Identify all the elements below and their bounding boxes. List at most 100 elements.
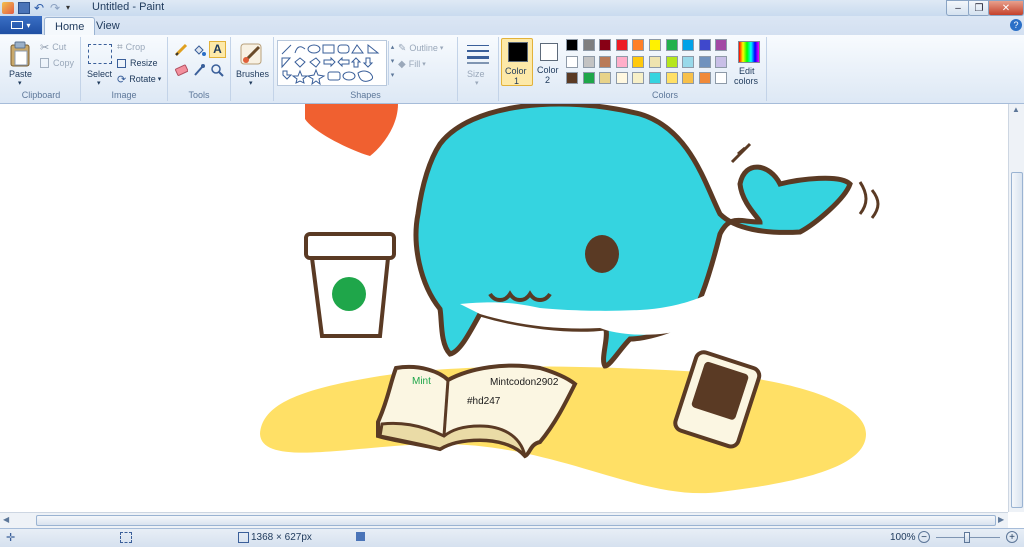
palette-swatch[interactable]: [715, 72, 728, 85]
palette-swatch[interactable]: [582, 39, 595, 51]
outline-button[interactable]: ✎ Outline ▾: [398, 42, 443, 54]
crop-icon: ⌗: [117, 41, 123, 53]
color1-number: 1: [514, 76, 520, 86]
paint-bucket-icon: [194, 45, 206, 56]
palette-swatch[interactable]: [649, 72, 661, 85]
scroll-up-icon[interactable]: ▲: [1012, 105, 1020, 114]
brushes-button[interactable]: Brushes ▾: [235, 39, 269, 87]
image-size-icon: [238, 532, 249, 543]
plus-icon: +: [1009, 532, 1015, 543]
menu-icon: [11, 21, 24, 29]
chevron-down-icon: ▾: [18, 80, 22, 87]
chevron-down-icon: ▾: [422, 61, 426, 68]
palette-swatch[interactable]: [715, 39, 728, 51]
color2-button[interactable]: Color 2: [535, 38, 563, 86]
text-tool-icon: A: [213, 42, 222, 56]
vertical-scrollbar[interactable]: ▲: [1008, 104, 1024, 512]
rotate-icon: ⟳: [117, 73, 127, 86]
minimize-button[interactable]: –: [946, 0, 970, 16]
palette-swatch[interactable]: [632, 39, 645, 51]
eraser-tool[interactable]: [174, 63, 189, 77]
palette-swatch[interactable]: [698, 39, 711, 51]
palette-swatch[interactable]: [566, 55, 578, 68]
restore-icon: ❐: [974, 2, 984, 14]
copy-icon: [40, 58, 49, 68]
close-icon: ✕: [1001, 2, 1011, 14]
title-bar: ↶ ↷ ▾ Untitled - Paint – ❐ ✕: [0, 0, 1024, 16]
color2-swatch: [540, 43, 558, 61]
palette-swatch[interactable]: [715, 55, 728, 68]
magnifier-tool[interactable]: [210, 63, 224, 77]
shapes-gallery[interactable]: [277, 40, 387, 86]
paste-button[interactable]: Paste ▾: [6, 39, 34, 87]
palette-swatch[interactable]: [649, 39, 661, 51]
palette-swatch[interactable]: [698, 55, 711, 68]
shapes-scroll[interactable]: ▴ ▾ ▾: [388, 41, 396, 85]
palette-swatch[interactable]: [566, 72, 578, 85]
palette-swatch[interactable]: [615, 72, 628, 85]
chevron-down-icon: ▾: [249, 80, 253, 87]
palette-swatch[interactable]: [599, 55, 612, 68]
vertical-scroll-thumb[interactable]: [1011, 172, 1023, 508]
zoom-out-button[interactable]: −: [918, 531, 930, 543]
palette-swatch[interactable]: [665, 72, 678, 85]
fill-button[interactable]: ◆ Fill ▾: [398, 58, 426, 70]
shapes-group-label: Shapes: [350, 90, 381, 100]
color-picker-tool[interactable]: [192, 63, 206, 77]
palette-swatch[interactable]: [566, 39, 578, 51]
chevron-down-icon: ▾: [475, 80, 479, 87]
palette-swatch[interactable]: [582, 55, 595, 68]
palette-swatch[interactable]: [599, 39, 612, 51]
scroll-right-icon[interactable]: ▶: [998, 515, 1004, 524]
palette-swatch[interactable]: [682, 39, 695, 51]
horizontal-scroll-thumb[interactable]: [36, 515, 996, 526]
palette-swatch[interactable]: [665, 55, 678, 68]
copy-button[interactable]: Copy: [40, 57, 74, 69]
tab-view[interactable]: View: [86, 17, 130, 34]
save-icon[interactable]: [18, 2, 30, 14]
palette-swatch[interactable]: [599, 72, 612, 85]
palette-swatch[interactable]: [615, 39, 628, 51]
undo-icon[interactable]: ↶: [34, 2, 46, 14]
paint-app-icon: [2, 2, 14, 14]
customize-toolbar-icon[interactable]: ▾: [66, 2, 78, 14]
palette-swatch[interactable]: [698, 72, 711, 85]
fill-tool[interactable]: [192, 43, 206, 57]
maximize-button[interactable]: ❐: [968, 0, 990, 16]
text-tool[interactable]: A: [209, 41, 226, 58]
edit-colors-label-1: Edit: [739, 66, 755, 76]
palette-swatch[interactable]: [615, 55, 628, 68]
cut-button[interactable]: ✂ Cut: [40, 41, 66, 54]
rotate-label: Rotate: [129, 74, 156, 84]
edit-colors-button[interactable]: Edit colors: [732, 39, 764, 86]
drawing-canvas[interactable]: Mint Mintcodon2902 #hd247: [0, 104, 1008, 512]
crop-button[interactable]: ⌗ Crop: [117, 41, 145, 53]
zoom-in-button[interactable]: +: [1006, 531, 1018, 543]
palette-swatch[interactable]: [632, 72, 645, 85]
tools-group: A Tools: [168, 37, 231, 101]
zoom-slider-thumb[interactable]: [964, 532, 970, 543]
palette-swatch[interactable]: [649, 55, 661, 68]
palette-swatch[interactable]: [582, 72, 595, 85]
rotate-button[interactable]: ⟳ Rotate ▾: [117, 73, 161, 86]
help-icon[interactable]: ?: [1010, 19, 1022, 31]
line-width-icon: [467, 45, 489, 64]
fill-label: Fill: [408, 59, 421, 69]
palette-swatch[interactable]: [632, 55, 645, 68]
file-menu-button[interactable]: ▾: [0, 16, 42, 34]
size-button[interactable]: Size ▾: [462, 39, 494, 87]
horizontal-scrollbar[interactable]: ◀ ▶: [0, 512, 1008, 529]
palette-swatch[interactable]: [665, 39, 678, 51]
color1-label: Color: [505, 66, 527, 76]
select-button[interactable]: Select ▾: [85, 39, 115, 87]
palette-swatch[interactable]: [682, 55, 695, 68]
color-palette: [564, 37, 734, 89]
close-button[interactable]: ✕: [988, 0, 1024, 16]
resize-button[interactable]: Resize: [117, 57, 158, 69]
color2-number: 2: [545, 75, 551, 85]
redo-icon[interactable]: ↷: [50, 2, 62, 14]
color1-button[interactable]: Color 1: [501, 38, 533, 86]
palette-swatch[interactable]: [682, 72, 695, 85]
scroll-left-icon[interactable]: ◀: [3, 515, 9, 524]
pencil-tool[interactable]: [174, 43, 188, 57]
